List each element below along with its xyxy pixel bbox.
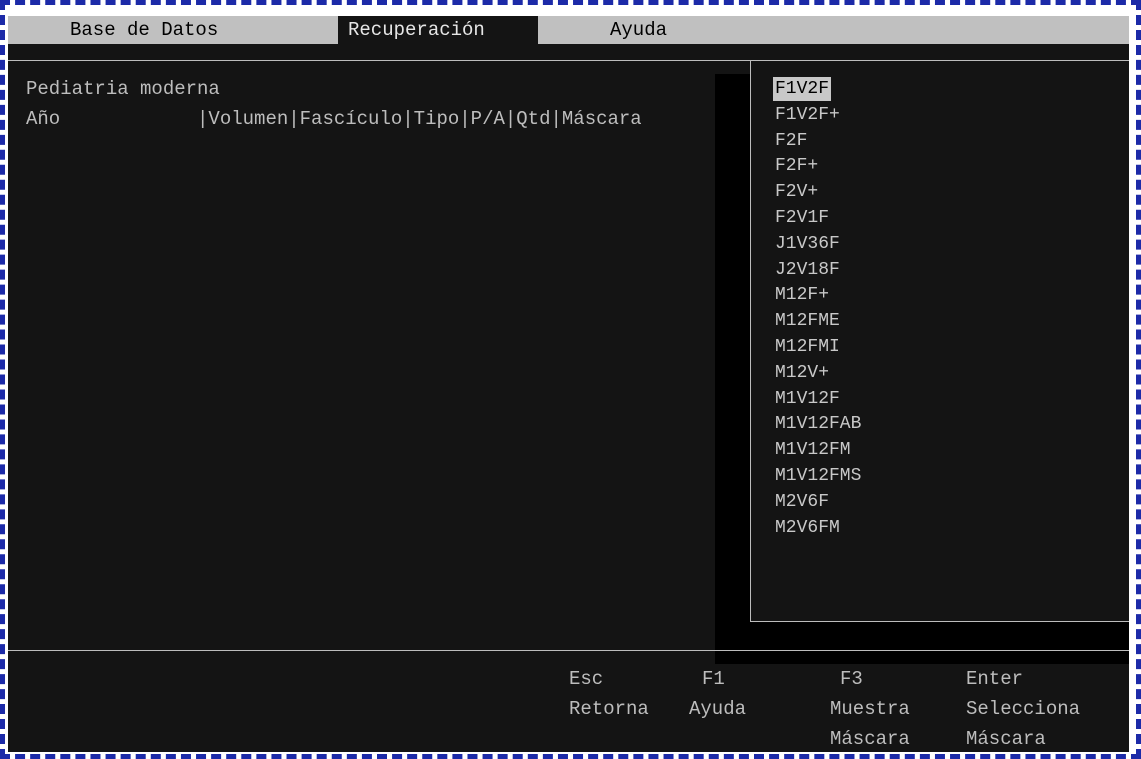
bottom-divider <box>8 650 1129 651</box>
key-esc-label[interactable]: Esc <box>569 665 603 694</box>
top-divider <box>8 60 750 61</box>
key-f1-label[interactable]: F1 <box>702 665 725 694</box>
terminal-screen: Base de Datos Recuperación Ayuda Pediatr… <box>8 16 1129 752</box>
menu-ayuda[interactable]: Ayuda <box>600 16 677 44</box>
menu-base-de-datos[interactable]: Base de Datos <box>60 16 228 44</box>
mask-option[interactable]: F1V2F <box>773 77 832 101</box>
key-f3-action[interactable]: Muestra <box>830 695 910 724</box>
database-title: Pediatria moderna <box>26 78 220 100</box>
mask-option[interactable]: M1V12FMS <box>773 464 863 488</box>
mask-option[interactable]: M2V6F <box>773 490 831 514</box>
mask-option[interactable]: M2V6FM <box>773 516 842 540</box>
mask-option[interactable]: M12FMI <box>773 335 842 359</box>
mask-option[interactable]: M1V12FM <box>773 438 853 462</box>
key-enter-action-2[interactable]: Máscara <box>966 725 1046 752</box>
mask-option[interactable]: F1V2F+ <box>773 103 842 127</box>
mask-list-popup[interactable]: F1V2F F1V2F+ F2F F2F+ F2V+ F2V1F J1V36F J2V18F M… <box>750 60 1129 622</box>
mask-option[interactable]: M1V12F <box>773 387 842 411</box>
key-enter-label[interactable]: Enter <box>966 665 1023 694</box>
mask-option[interactable]: F2F <box>773 129 809 153</box>
mask-option[interactable]: M12FME <box>773 309 842 333</box>
mask-option[interactable]: M12V+ <box>773 361 831 385</box>
key-esc-action[interactable]: Retorna <box>569 695 649 724</box>
menu-bar: Base de Datos Recuperación Ayuda <box>8 16 1129 44</box>
mask-option[interactable]: M1V12FAB <box>773 412 863 436</box>
key-f3-action-2[interactable]: Máscara <box>830 725 910 752</box>
mask-option[interactable]: F2V+ <box>773 180 820 204</box>
mask-option[interactable]: F2F+ <box>773 154 820 178</box>
mask-option[interactable]: M12F+ <box>773 283 831 307</box>
columns-header: Año |Volumen|Fascículo|Tipo|P/A|Qtd|Másc… <box>26 108 642 130</box>
key-f3-label[interactable]: F3 <box>840 665 863 694</box>
mask-option[interactable]: J2V18F <box>773 258 842 282</box>
menu-recuperacion[interactable]: Recuperación <box>338 16 538 44</box>
key-f1-action[interactable]: Ayuda <box>689 695 746 724</box>
mask-option[interactable]: J1V36F <box>773 232 842 256</box>
key-enter-action[interactable]: Selecciona <box>966 695 1080 724</box>
mask-option[interactable]: F2V1F <box>773 206 831 230</box>
